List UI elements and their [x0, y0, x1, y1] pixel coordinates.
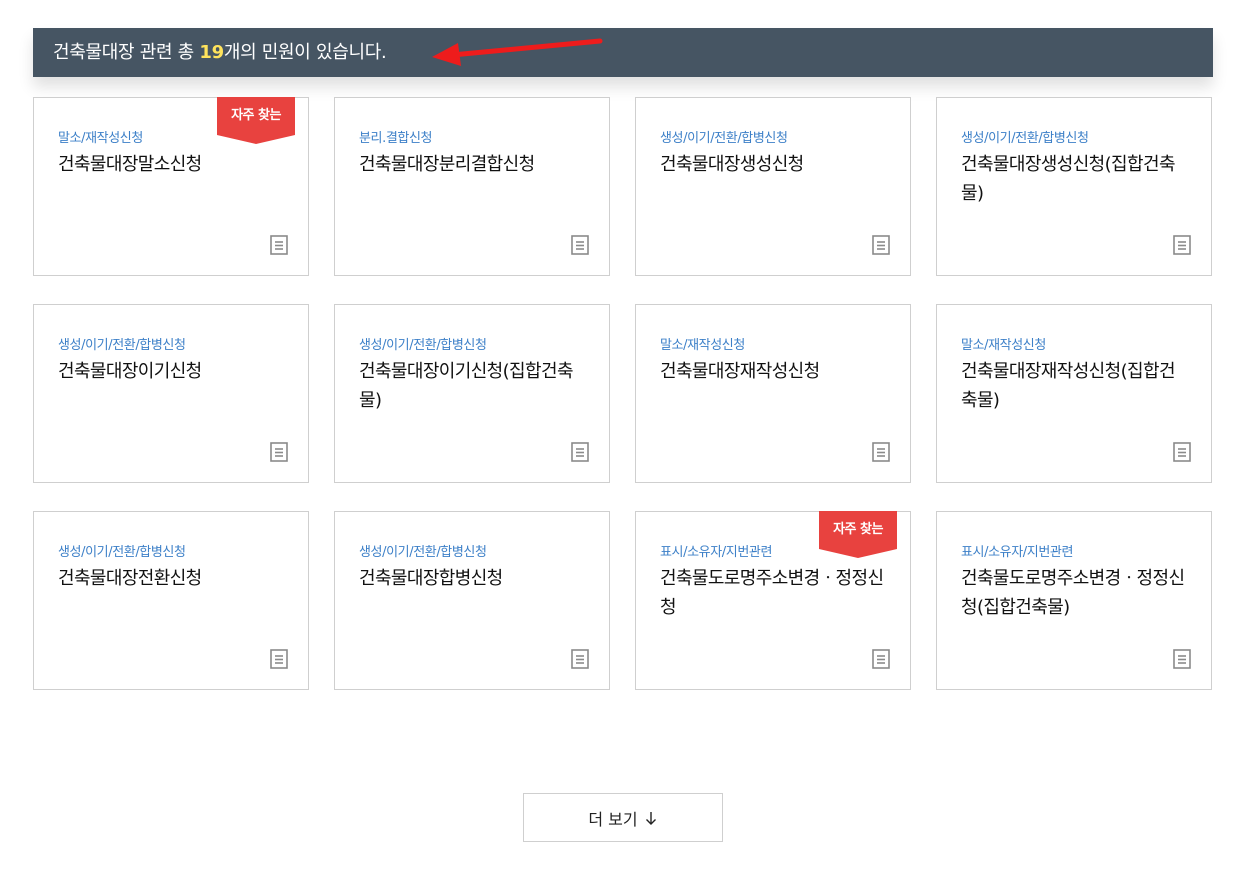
card-category: 생성/이기/전환/합병신청 [359, 338, 487, 353]
complaint-card[interactable]: 생성/이기/전환/합병신청 건축물대장생성신청(집합건축물) [936, 97, 1212, 276]
complaint-card[interactable]: 생성/이기/전환/합병신청 건축물대장이기신청 [33, 304, 309, 483]
card-category: 생성/이기/전환/합병신청 [58, 545, 186, 560]
card-category: 생성/이기/전환/합병신청 [961, 131, 1089, 146]
document-icon [872, 235, 890, 255]
card-category: 분리.결합신청 [359, 131, 433, 146]
card-title: 건축물대장이기신청(집합건축물) [359, 361, 574, 411]
arrow-down-icon [645, 811, 656, 825]
card-title: 건축물대장생성신청(집합건축물) [961, 154, 1176, 204]
complaint-card[interactable]: 말소/재작성신청 건축물대장재작성신청(집합건축물) [936, 304, 1212, 483]
summary-bar: 건축물대장 관련 총 19개의 민원이 있습니다. [33, 28, 1213, 77]
load-more-label: 더 보기 [588, 809, 638, 829]
complaint-card[interactable]: 생성/이기/전환/합병신청 건축물대장이기신청(집합건축물) [334, 304, 610, 483]
document-icon [270, 442, 288, 462]
complaint-card[interactable]: 생성/이기/전환/합병신청 건축물대장합병신청 [334, 511, 610, 690]
document-icon [270, 649, 288, 669]
card-title: 건축물대장합병신청 [359, 568, 503, 589]
frequent-badge: 자주 찾는 [217, 97, 295, 144]
card-category: 말소/재작성신청 [961, 338, 1046, 353]
card-title: 건축물대장재작성신청(집합건축물) [961, 361, 1176, 411]
frequent-badge-label: 자주 찾는 [231, 108, 281, 123]
complaint-card[interactable]: 말소/재작성신청 건축물대장재작성신청 [635, 304, 911, 483]
card-title: 건축물대장말소신청 [58, 154, 202, 175]
document-icon [1173, 649, 1191, 669]
card-category: 생성/이기/전환/합병신청 [58, 338, 186, 353]
complaint-card-grid: 말소/재작성신청 건축물대장말소신청 자주 찾는 분리.결합신청 건축물대장분리… [33, 97, 1212, 690]
document-icon [571, 649, 589, 669]
complaint-card[interactable]: 생성/이기/전환/합병신청 건축물대장전환신청 [33, 511, 309, 690]
complaint-card[interactable]: 표시/소유자/지번관련 건축물도로명주소변경ㆍ정정신청 자주 찾는 [635, 511, 911, 690]
card-title: 건축물대장분리결합신청 [359, 154, 535, 175]
card-title: 건축물대장생성신청 [660, 154, 804, 175]
card-title: 건축물대장이기신청 [58, 361, 202, 382]
summary-suffix: 개의 민원이 있습니다. [223, 42, 387, 63]
document-icon [872, 649, 890, 669]
card-category: 생성/이기/전환/합병신청 [660, 131, 788, 146]
complaint-card[interactable]: 표시/소유자/지번관련 건축물도로명주소변경ㆍ정정신청(집합건축물) [936, 511, 1212, 690]
complaint-card[interactable]: 말소/재작성신청 건축물대장말소신청 자주 찾는 [33, 97, 309, 276]
card-category: 표시/소유자/지번관련 [961, 545, 1073, 560]
document-icon [270, 235, 288, 255]
card-category: 생성/이기/전환/합병신청 [359, 545, 487, 560]
card-category: 말소/재작성신청 [660, 338, 745, 353]
red-arrow-icon [432, 38, 603, 66]
card-title: 건축물대장전환신청 [58, 568, 202, 589]
summary-count: 19 [199, 42, 224, 63]
complaint-card[interactable]: 분리.결합신청 건축물대장분리결합신청 [334, 97, 610, 276]
document-icon [571, 235, 589, 255]
card-title: 건축물대장재작성신청 [660, 361, 820, 382]
document-icon [1173, 235, 1191, 255]
complaint-card[interactable]: 생성/이기/전환/합병신청 건축물대장생성신청 [635, 97, 911, 276]
frequent-badge: 자주 찾는 [819, 511, 897, 558]
card-title: 건축물도로명주소변경ㆍ정정신청 [660, 568, 884, 618]
summary-prefix: 건축물대장 관련 총 [53, 42, 200, 63]
frequent-badge-label: 자주 찾는 [833, 522, 883, 537]
document-icon [1173, 442, 1191, 462]
load-more-button[interactable]: 더 보기 [523, 793, 723, 842]
document-icon [872, 442, 890, 462]
document-icon [571, 442, 589, 462]
card-title: 건축물도로명주소변경ㆍ정정신청(집합건축물) [961, 568, 1185, 618]
